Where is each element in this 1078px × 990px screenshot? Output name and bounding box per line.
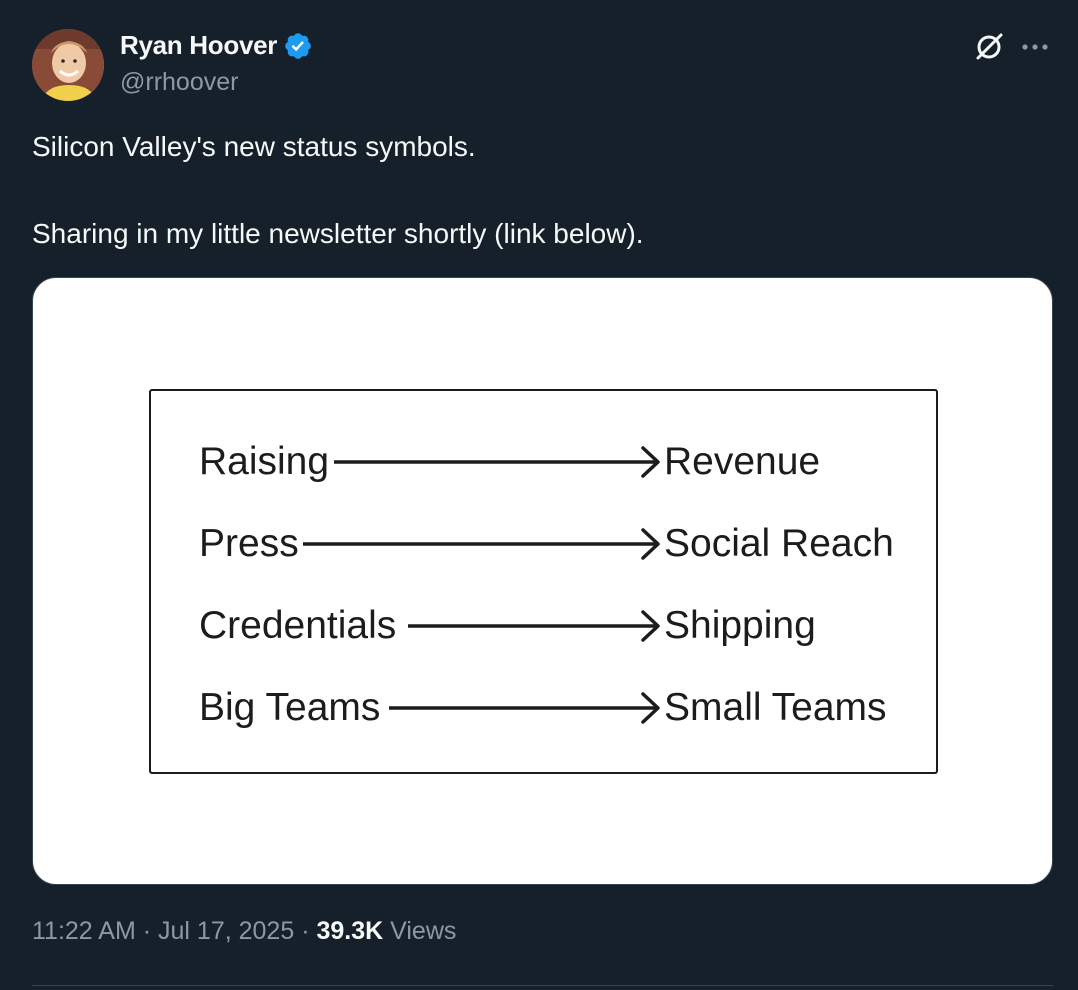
- views-label: Views: [390, 917, 457, 945]
- divider: [32, 985, 1053, 986]
- arrow-icon: [334, 446, 660, 478]
- grok-icon[interactable]: [972, 30, 1006, 64]
- mapping-row: Press Social Reach: [151, 519, 940, 569]
- tweet-time[interactable]: 11:22 AM: [32, 917, 136, 945]
- more-icon[interactable]: [1018, 30, 1052, 64]
- author-name[interactable]: Ryan Hoover: [120, 30, 277, 61]
- arrow-icon: [303, 528, 660, 560]
- mapping-from: Big Teams: [199, 686, 381, 729]
- mapping-to: Revenue: [664, 440, 821, 483]
- mapping-row: Raising Revenue: [151, 437, 940, 487]
- author-handle[interactable]: @rrhoover: [120, 68, 238, 97]
- mapping-to: Social Reach: [664, 522, 894, 565]
- meta-separator: ·: [142, 917, 152, 945]
- mapping-from: Press: [199, 522, 299, 565]
- tweet-date[interactable]: Jul 17, 2025: [158, 917, 294, 945]
- avatar[interactable]: [32, 29, 104, 101]
- avatar-photo: [32, 29, 104, 101]
- mapping-from: Credentials: [199, 604, 397, 647]
- verified-badge-icon: [285, 32, 311, 59]
- tweet-meta: 11:22 AM · Jul 17, 2025 · 39.3K Views: [32, 917, 456, 946]
- mapping-to: Shipping: [664, 604, 816, 647]
- tweet-text-line-1: Silicon Valley's new status symbols.: [32, 131, 476, 162]
- views-count[interactable]: 39.3K: [316, 917, 383, 945]
- author-name-row[interactable]: Ryan Hoover: [120, 30, 313, 61]
- mapping-row: Big Teams Small Teams: [151, 683, 940, 733]
- tweet: Ryan Hoover @rrhoover Silicon Valley's n…: [0, 0, 1078, 990]
- mapping-row: Credentials Shipping: [151, 601, 940, 651]
- tweet-image[interactable]: Raising Revenue Press Social Reach Crede…: [32, 277, 1053, 885]
- meta-separator: ·: [301, 917, 310, 945]
- mapping-to: Small Teams: [664, 686, 887, 729]
- arrow-icon: [408, 610, 660, 642]
- mapping-from: Raising: [199, 440, 330, 483]
- arrow-icon: [389, 692, 660, 724]
- mapping-box: Raising Revenue Press Social Reach Crede…: [149, 389, 938, 774]
- tweet-text-line-2: Sharing in my little newsletter shortly …: [32, 218, 644, 249]
